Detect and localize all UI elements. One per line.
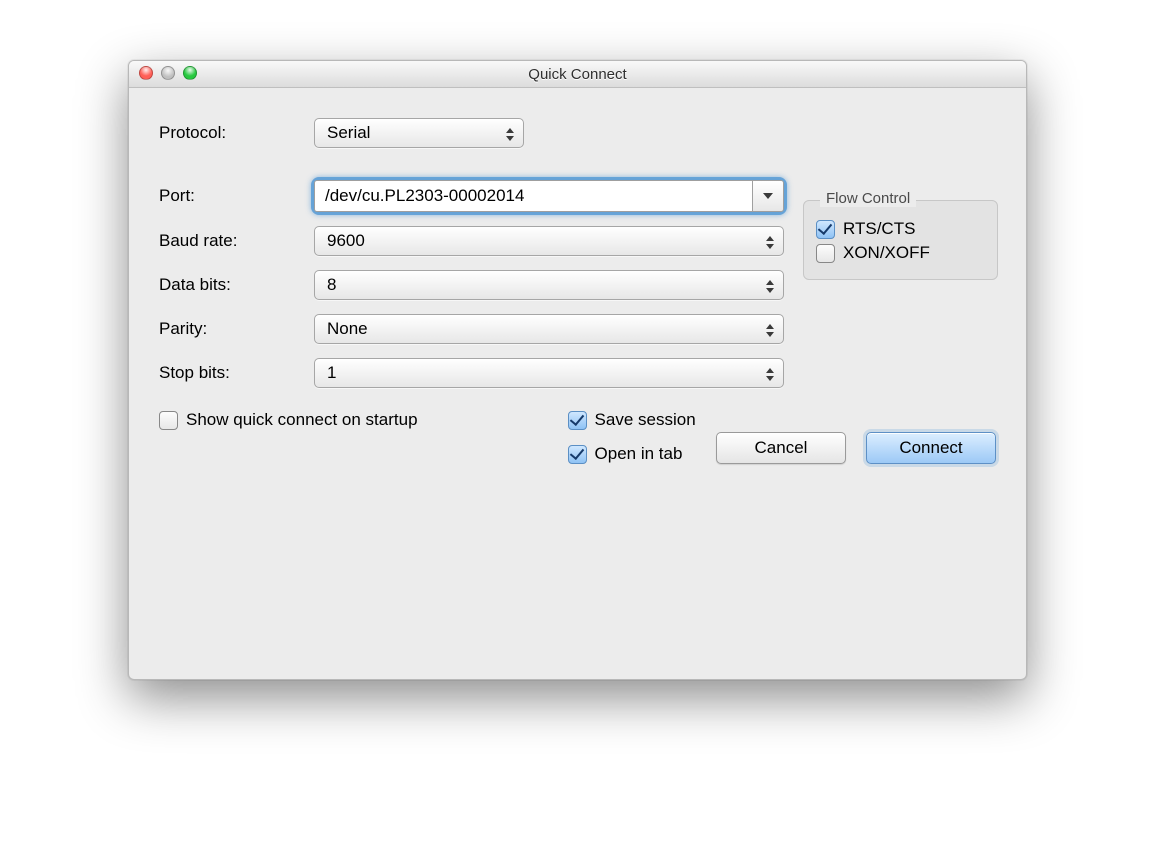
save-session-label: Save session bbox=[595, 410, 696, 430]
port-input[interactable] bbox=[314, 180, 752, 212]
stepper-icon bbox=[763, 275, 777, 297]
protocol-value: Serial bbox=[327, 123, 370, 143]
stepper-icon bbox=[503, 123, 517, 145]
parity-select[interactable]: None bbox=[314, 314, 784, 344]
flow-control-group: Flow Control RTS/CTS XON/XOFF bbox=[803, 200, 998, 280]
baud-value: 9600 bbox=[327, 231, 365, 251]
baud-select[interactable]: 9600 bbox=[314, 226, 784, 256]
xon-xoff-checkbox[interactable] bbox=[816, 244, 835, 263]
traffic-lights bbox=[139, 66, 197, 80]
stopbits-label: Stop bits: bbox=[159, 363, 314, 383]
show-on-startup-row[interactable]: Show quick connect on startup bbox=[159, 410, 418, 430]
open-in-tab-checkbox[interactable] bbox=[568, 445, 587, 464]
save-session-checkbox[interactable] bbox=[568, 411, 587, 430]
stopbits-row: Stop bits: 1 bbox=[159, 358, 996, 388]
xon-xoff-label: XON/XOFF bbox=[843, 243, 930, 263]
port-label: Port: bbox=[159, 186, 314, 206]
stepper-icon bbox=[763, 319, 777, 341]
connect-button-label: Connect bbox=[899, 438, 962, 458]
protocol-label: Protocol: bbox=[159, 123, 314, 143]
cancel-button[interactable]: Cancel bbox=[716, 432, 846, 464]
rts-cts-checkbox[interactable] bbox=[816, 220, 835, 239]
stepper-icon bbox=[763, 363, 777, 385]
baud-label: Baud rate: bbox=[159, 231, 314, 251]
connect-button[interactable]: Connect bbox=[866, 432, 996, 464]
parity-value: None bbox=[327, 319, 368, 339]
bottom-left-col: Show quick connect on startup bbox=[159, 410, 418, 464]
databits-label: Data bits: bbox=[159, 275, 314, 295]
open-in-tab-label: Open in tab bbox=[595, 444, 683, 464]
dialog-body: Protocol: Serial Port: Baud rate: 9600 D… bbox=[129, 88, 1026, 484]
xon-xoff-row[interactable]: XON/XOFF bbox=[816, 243, 985, 263]
titlebar: Quick Connect bbox=[129, 61, 1026, 88]
zoom-icon[interactable] bbox=[183, 66, 197, 80]
close-icon[interactable] bbox=[139, 66, 153, 80]
window-title: Quick Connect bbox=[528, 66, 626, 83]
show-on-startup-checkbox[interactable] bbox=[159, 411, 178, 430]
dialog-buttons: Cancel Connect bbox=[716, 432, 996, 464]
parity-row: Parity: None bbox=[159, 314, 996, 344]
protocol-select[interactable]: Serial bbox=[314, 118, 524, 148]
flow-control-title: Flow Control bbox=[820, 190, 916, 207]
stepper-icon bbox=[763, 231, 777, 253]
save-session-row[interactable]: Save session bbox=[568, 410, 696, 430]
protocol-row: Protocol: Serial bbox=[159, 118, 996, 148]
rts-cts-label: RTS/CTS bbox=[843, 219, 915, 239]
cancel-button-label: Cancel bbox=[755, 438, 808, 458]
databits-select[interactable]: 8 bbox=[314, 270, 784, 300]
databits-value: 8 bbox=[327, 275, 336, 295]
stopbits-select[interactable]: 1 bbox=[314, 358, 784, 388]
bottom-right-col: Save session Open in tab bbox=[568, 410, 696, 464]
open-in-tab-row[interactable]: Open in tab bbox=[568, 444, 696, 464]
rts-cts-row[interactable]: RTS/CTS bbox=[816, 219, 985, 239]
quick-connect-window: Quick Connect Protocol: Serial Port: Bau… bbox=[128, 60, 1027, 680]
parity-label: Parity: bbox=[159, 319, 314, 339]
minimize-icon[interactable] bbox=[161, 66, 175, 80]
port-dropdown-button[interactable] bbox=[752, 180, 784, 212]
port-combobox bbox=[314, 180, 784, 212]
show-on-startup-label: Show quick connect on startup bbox=[186, 410, 418, 430]
stopbits-value: 1 bbox=[327, 363, 336, 383]
